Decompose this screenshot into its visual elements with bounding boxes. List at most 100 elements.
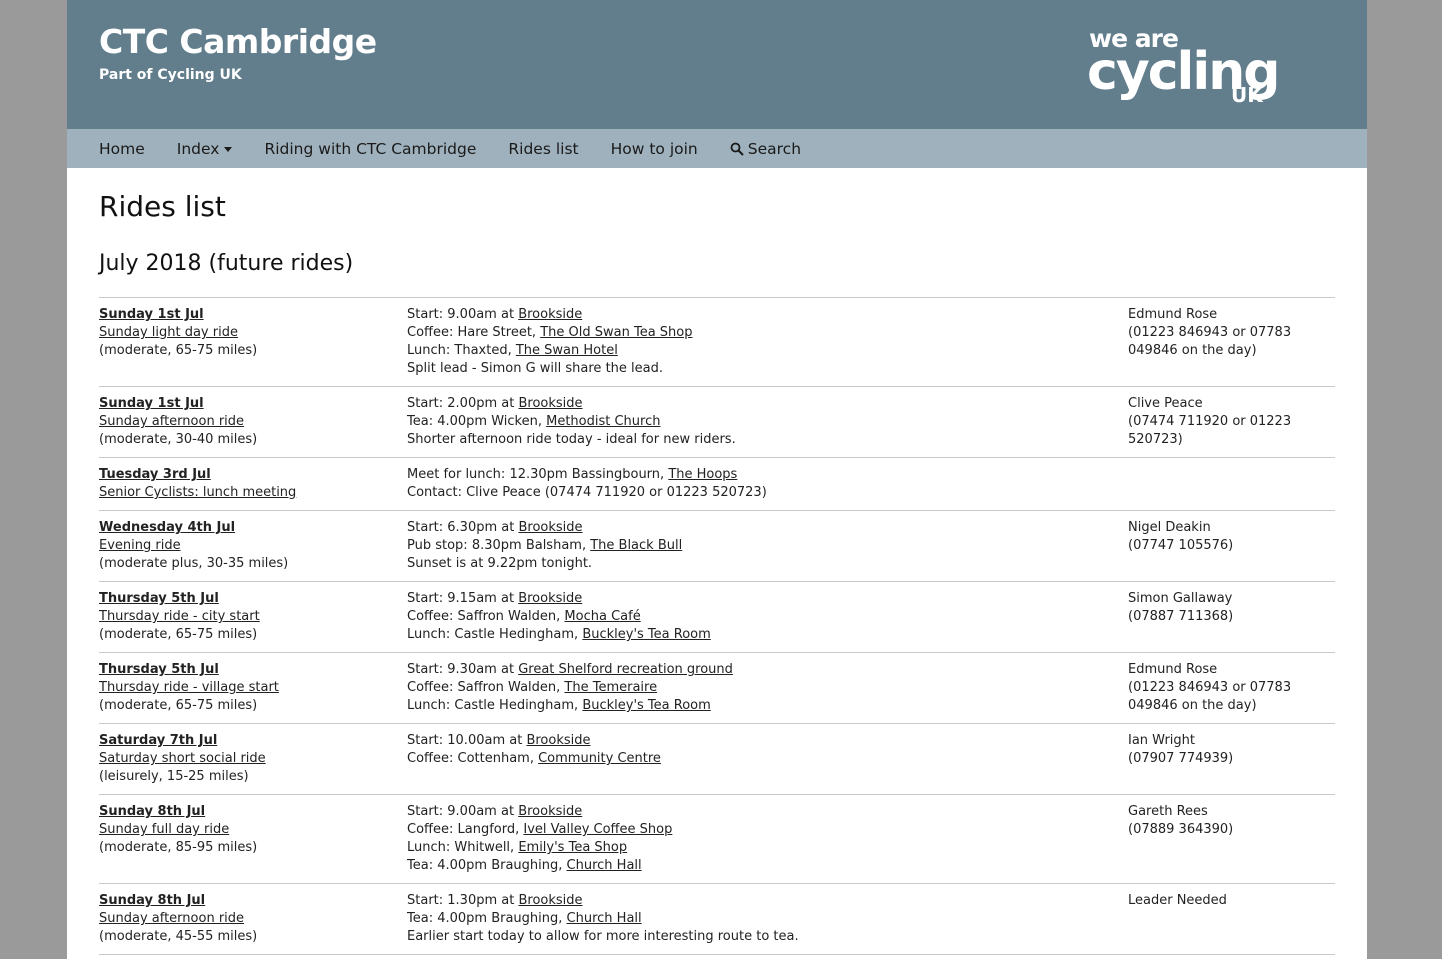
venue-link[interactable]: Great Shelford recreation ground [518, 662, 733, 677]
venue-link[interactable]: Church Hall [567, 858, 642, 873]
nav-search[interactable]: Search [730, 140, 801, 158]
detail-text: Coffee: Langford, [407, 822, 524, 837]
ride-detail-line: Meet for lunch: 12.30pm Bassingbourn, Th… [407, 466, 1107, 484]
leader-line: (07889 364390) [1128, 822, 1234, 837]
ride-summary: Sunday 8th Jul Sunday afternoon ride (mode… [99, 892, 399, 946]
venue-link[interactable]: Buckley's Tea Room [582, 698, 710, 713]
venue-link[interactable]: Buckley's Tea Room [582, 627, 710, 642]
ride-row: Sunday 1st Jul Sunday afternoon ride (mode… [99, 387, 1335, 458]
ride-name-link[interactable]: Sunday full day ride [99, 821, 399, 839]
ride-date-link[interactable]: Saturday 7th Jul [99, 732, 399, 750]
detail-text: Start: 9.00am at [407, 804, 519, 819]
ride-summary: Thursday 5th Jul Thursday ride - city sta… [99, 590, 399, 644]
ride-detail-line: Tea: 4.00pm Braughing, Church Hall [407, 910, 1107, 928]
ride-row: Wednesday 4th Jul Evening ride (moderate p… [99, 511, 1335, 582]
site-title[interactable]: CTC Cambridge [99, 22, 377, 61]
nav-home[interactable]: Home [99, 140, 145, 158]
main-nav: Home Index Riding with CTC Cambridge Rid… [67, 129, 1367, 168]
venue-link[interactable]: The Temeraire [564, 680, 657, 695]
site-subtitle: Part of Cycling UK [99, 67, 242, 83]
venue-link[interactable]: Ivel Valley Coffee Shop [523, 822, 672, 837]
ride-date-link[interactable]: Thursday 5th Jul [99, 590, 399, 608]
ride-leader: Leader Needed [1128, 892, 1333, 910]
ride-name-link[interactable]: Senior Cyclists: lunch meeting [99, 484, 399, 502]
ride-date-link[interactable]: Sunday 1st Jul [99, 306, 399, 324]
leader-line: Nigel Deakin [1128, 520, 1211, 535]
ride-detail-line: Lunch: Whitwell, Emily's Tea Shop [407, 839, 1107, 857]
ride-name-link[interactable]: Sunday light day ride [99, 324, 399, 342]
venue-link[interactable]: Brookside [518, 520, 582, 535]
venue-link[interactable]: Brookside [518, 893, 582, 908]
detail-text: Start: 2.00pm at [407, 396, 519, 411]
ride-detail-line: Start: 6.30pm at Brookside [407, 519, 1107, 537]
nav-how-to-join[interactable]: How to join [611, 140, 698, 158]
leader-line: 520723) [1128, 432, 1183, 447]
leader-line: 049846 on the day) [1128, 698, 1257, 713]
ride-row: Tuesday 3rd Jul Senior Cyclists: lunch me… [99, 458, 1335, 511]
venue-link[interactable]: The Old Swan Tea Shop [540, 325, 692, 340]
detail-text: Start: 10.00am at [407, 733, 527, 748]
ride-detail-line: Earlier start today to allow for more in… [407, 928, 1107, 946]
leader-line: Gareth Rees [1128, 804, 1208, 819]
ride-grade: (leisurely, 15-25 miles) [99, 769, 249, 784]
venue-link[interactable]: The Swan Hotel [516, 343, 618, 358]
venue-link[interactable]: Brookside [518, 591, 582, 606]
ride-name-link[interactable]: Evening ride [99, 537, 399, 555]
leader-line: Simon Gallaway [1128, 591, 1233, 606]
venue-link[interactable]: Mocha Café [564, 609, 640, 624]
cycling-uk-logo[interactable]: we are cycling UK [1087, 24, 1309, 108]
ride-detail-line: Contact: Clive Peace (07474 711920 or 01… [407, 484, 1107, 502]
page: CTC Cambridge Part of Cycling UK we are … [67, 0, 1367, 959]
ride-detail-line: Shorter afternoon ride today - ideal for… [407, 431, 1107, 449]
month-heading: July 2018 (future rides) [99, 251, 354, 276]
ride-details: Start: 10.00am at Brookside Coffee: Cotte… [407, 732, 1107, 786]
ride-detail-line: Tea: 4.00pm Braughing, Church Hall [407, 857, 1107, 875]
venue-link[interactable]: Brookside [518, 396, 582, 411]
ride-row: Sunday 8th Jul Sunday afternoon ride (mode… [99, 884, 1335, 955]
search-icon [730, 142, 744, 156]
ride-row: Thursday 5th Jul Thursday ride - village … [99, 653, 1335, 724]
ride-grade: (moderate, 65-75 miles) [99, 698, 258, 713]
ride-details: Meet for lunch: 12.30pm Bassingbourn, Th… [407, 466, 1107, 502]
detail-text: Tea: 4.00pm Braughing, [407, 858, 567, 873]
venue-link[interactable]: Brookside [518, 307, 582, 322]
ride-date-link[interactable]: Sunday 8th Jul [99, 892, 399, 910]
nav-index[interactable]: Index [177, 140, 233, 158]
ride-name-link[interactable]: Thursday ride - village start [99, 679, 399, 697]
detail-text: Start: 9.00am at [407, 307, 519, 322]
ride-summary: Sunday 1st Jul Sunday afternoon ride (mode… [99, 395, 399, 449]
ride-summary: Thursday 5th Jul Thursday ride - village … [99, 661, 399, 715]
ride-grade: (moderate, 65-75 miles) [99, 627, 258, 642]
ride-detail-line: Sunset is at 9.22pm tonight. [407, 555, 1107, 573]
ride-name-link[interactable]: Sunday afternoon ride [99, 413, 399, 431]
ride-date-link[interactable]: Sunday 8th Jul [99, 803, 399, 821]
site-banner: CTC Cambridge Part of Cycling UK we are … [67, 0, 1367, 129]
detail-text: Split lead - Simon G will share the lead… [407, 361, 663, 376]
ride-date-link[interactable]: Wednesday 4th Jul [99, 519, 399, 537]
venue-link[interactable]: The Black Bull [590, 538, 682, 553]
detail-text: Start: 1.30pm at [407, 893, 519, 908]
venue-link[interactable]: Brookside [518, 804, 582, 819]
ride-detail-line: Coffee: Cottenham, Community Centre [407, 750, 1107, 768]
ride-name-link[interactable]: Sunday afternoon ride [99, 910, 399, 928]
ride-date-link[interactable]: Tuesday 3rd Jul [99, 466, 399, 484]
detail-text: Shorter afternoon ride today - ideal for… [407, 432, 736, 447]
nav-rides-list[interactable]: Rides list [508, 140, 578, 158]
venue-link[interactable]: Emily's Tea Shop [518, 840, 627, 855]
ride-date-link[interactable]: Sunday 1st Jul [99, 395, 399, 413]
venue-link[interactable]: Brookside [526, 733, 590, 748]
ride-name-link[interactable]: Thursday ride - city start [99, 608, 399, 626]
venue-link[interactable]: Community Centre [538, 751, 661, 766]
venue-link[interactable]: The Hoops [668, 467, 737, 482]
venue-link[interactable]: Methodist Church [546, 414, 660, 429]
ride-name-link[interactable]: Saturday short social ride [99, 750, 399, 768]
ride-summary: Wednesday 4th Jul Evening ride (moderate p… [99, 519, 399, 573]
ride-detail-line: Start: 10.00am at Brookside [407, 732, 1107, 750]
ride-details: Start: 9.00am at Brookside Coffee: Hare S… [407, 306, 1107, 378]
venue-link[interactable]: Church Hall [567, 911, 642, 926]
nav-home-label: Home [99, 139, 145, 158]
ride-detail-line: Split lead - Simon G will share the lead… [407, 360, 1107, 378]
ride-date-link[interactable]: Thursday 5th Jul [99, 661, 399, 679]
nav-riding[interactable]: Riding with CTC Cambridge [264, 140, 476, 158]
ride-leader: Clive Peace (07474 711920 or 01223 520723) [1128, 395, 1333, 449]
